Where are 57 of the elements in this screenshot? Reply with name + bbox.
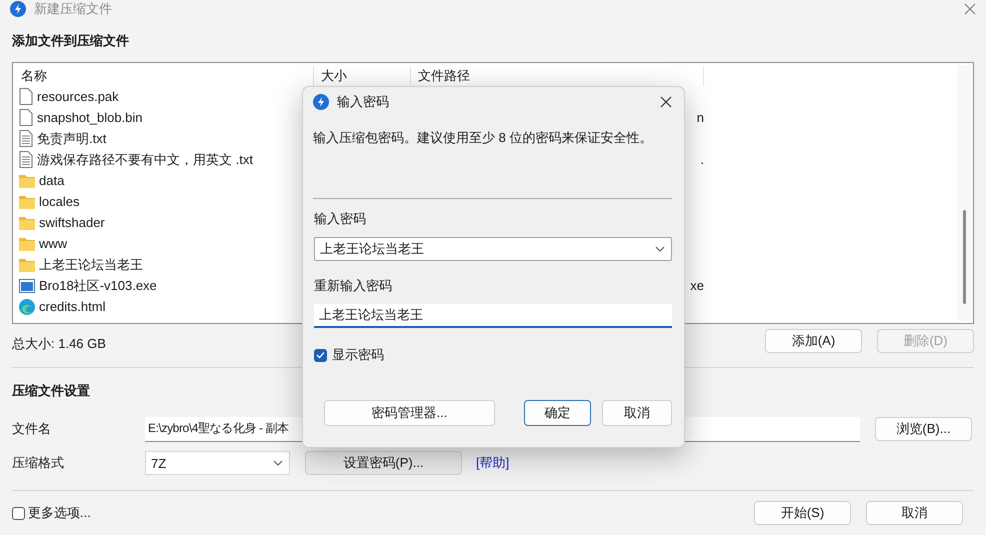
text-file-icon — [19, 151, 33, 168]
file-path: . — [700, 152, 704, 167]
file-name: swiftshader — [39, 215, 105, 230]
folder-icon — [19, 236, 35, 250]
file-name: credits.html — [39, 299, 106, 314]
file-name: 上老王论坛当老王 — [39, 256, 143, 274]
chevron-down-icon — [273, 460, 283, 466]
scrollbar[interactable] — [957, 65, 971, 321]
file-name: 游戏保存路径不要有中文，用英文 .txt — [37, 150, 253, 168]
file-path: n — [696, 110, 704, 125]
file-path: xe — [690, 278, 704, 293]
file-name: locales — [39, 194, 80, 209]
file-name: Bro18社区-v103.exe — [39, 276, 157, 294]
password-manager-button[interactable]: 密码管理器... — [324, 400, 495, 426]
close-icon[interactable] — [660, 96, 672, 108]
cancel-button[interactable]: 取消 — [866, 501, 963, 525]
folder-icon — [19, 194, 35, 208]
field-label: 重新输入密码 — [314, 277, 393, 295]
set-password-button[interactable]: 设置密码(P)... — [305, 451, 462, 475]
browser-icon — [19, 298, 35, 314]
dialog-description: 输入压缩包密码。建议使用至少 8 位的密码来保证安全性。 — [313, 129, 654, 147]
start-button[interactable]: 开始(S) — [754, 501, 851, 525]
file-name: data — [39, 173, 64, 188]
file-icon — [19, 109, 33, 126]
text-file-icon — [19, 130, 33, 147]
checkbox-label: 更多选项... — [28, 504, 91, 522]
help-link[interactable]: [帮助] — [476, 454, 510, 472]
format-dropdown[interactable]: 7Z — [145, 451, 290, 475]
total-size: 总大小: 1.46 GB — [12, 335, 107, 353]
field-label: 文件名 — [12, 420, 52, 438]
file-name: www — [39, 236, 68, 251]
show-password-checkbox[interactable] — [314, 348, 327, 362]
file-name: resources.pak — [37, 89, 119, 104]
add-button[interactable]: 添加(A) — [765, 329, 862, 353]
repeat-password-field[interactable]: 上老王论坛当老王 — [314, 304, 672, 328]
chevron-down-icon — [655, 246, 665, 252]
folder-icon — [19, 258, 35, 272]
file-name: snapshot_blob.bin — [37, 110, 143, 125]
section-heading: 添加文件到压缩文件 — [12, 32, 130, 50]
file-icon — [19, 88, 33, 105]
section-heading: 压缩文件设置 — [12, 382, 91, 400]
password-combobox[interactable]: 上老王论坛当老王 — [314, 237, 672, 261]
browse-button[interactable]: 浏览(B)... — [875, 417, 972, 441]
field-label: 压缩格式 — [12, 454, 65, 472]
folder-icon — [19, 216, 35, 230]
checkmark-icon — [316, 351, 325, 359]
ok-button[interactable]: 确定 — [524, 400, 592, 426]
more-options-checkbox[interactable] — [12, 506, 25, 520]
window-title: 新建压缩文件 — [34, 0, 112, 18]
folder-icon — [19, 174, 35, 188]
cancel-button[interactable]: 取消 — [602, 400, 672, 426]
checkbox-label: 显示密码 — [332, 346, 384, 364]
file-name: 免责声明.txt — [37, 130, 106, 148]
app-logo-icon — [313, 94, 329, 110]
dialog-title: 输入密码 — [337, 93, 389, 111]
field-label: 输入密码 — [314, 210, 367, 228]
program-window-icon — [19, 278, 35, 292]
